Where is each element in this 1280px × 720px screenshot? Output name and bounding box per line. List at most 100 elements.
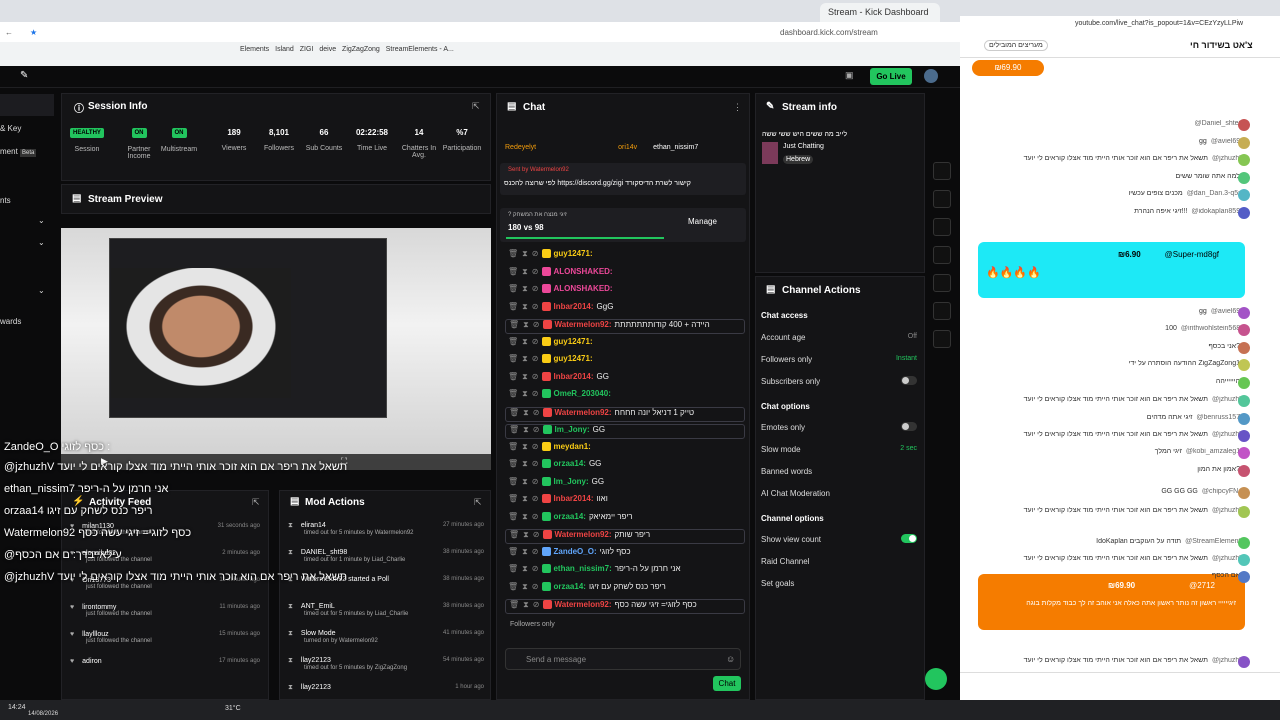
timeout-icon[interactable]: ⧗	[522, 564, 528, 573]
yt-chat-message[interactable]: gg @aviel692	[974, 308, 1244, 320]
sidebar-item-stream-key[interactable]: & Key	[0, 124, 21, 133]
chat-message[interactable]: 🗑 ⧗ ⊘ ALONSHAKED:	[505, 267, 745, 282]
pinned-user[interactable]: Redeyelyt	[505, 144, 536, 151]
yt-avatar[interactable]	[1238, 324, 1250, 336]
yt-chat-message[interactable]: GG GG GG @chipcyFN.1	[974, 488, 1244, 500]
yt-chat-message[interactable]: זיגי אתה מדהים @benruss1573	[974, 414, 1244, 426]
popout-input-row[interactable]	[960, 672, 1280, 700]
chat-message[interactable]: 🗑 ⧗ ⊘ guy12471:	[505, 337, 745, 352]
timeout-icon[interactable]: ⧗	[522, 459, 528, 468]
yt-author[interactable]: @idokaplan8596	[1191, 208, 1244, 215]
expand-icon[interactable]: ⇱	[252, 497, 260, 508]
ban-icon[interactable]: ⊘	[532, 354, 539, 363]
chat-username[interactable]: guy12471:	[553, 337, 592, 346]
yt-avatar[interactable]	[1238, 359, 1250, 371]
chat-message[interactable]: 🗑 ⧗ ⊘ orzaa14: ריפר כנס לשחק עם זיגו	[505, 582, 745, 597]
chat-message[interactable]: 🗑 ⧗ ⊘ guy12471:	[505, 249, 745, 264]
ban-icon[interactable]: ⊘	[532, 337, 539, 346]
show-view-count-toggle[interactable]	[901, 534, 917, 543]
chat-message[interactable]: 🗑 ⧗ ⊘ Inbar2014: GG	[505, 372, 745, 387]
ban-icon[interactable]: ⊘	[532, 564, 539, 573]
pin-icon[interactable]: ✎	[20, 70, 28, 81]
chat-username[interactable]: OmeR_203040:	[553, 389, 610, 398]
yt-chat-message[interactable]: אמון את המון?	[974, 466, 1244, 478]
chat-username[interactable]: ZandeO_O:	[553, 547, 596, 556]
chevron-down-icon[interactable]: ⌄	[38, 286, 45, 295]
chat-message[interactable]: 🗑 ⧗ ⊘ guy12471:	[505, 354, 745, 369]
ai-moderation-row[interactable]: AI Chat Moderation	[761, 489, 917, 498]
chat-message[interactable]: 🗑 ⧗ ⊘ OmeR_203040:	[505, 389, 745, 404]
rail-button[interactable]	[933, 218, 951, 236]
show-view-count-row[interactable]: Show view count	[761, 534, 917, 544]
chat-message[interactable]: 🗑 ⧗ ⊘ Im_Jony: GG	[505, 424, 745, 439]
timeout-icon[interactable]: ⧗	[522, 512, 528, 521]
mod-action-title[interactable]: DANIEL_sht98	[301, 549, 347, 556]
ban-icon[interactable]: ⊘	[532, 372, 539, 381]
ban-icon[interactable]: ⊘	[532, 267, 539, 276]
chat-input[interactable]: Send a message ☺	[505, 648, 741, 670]
tab-kick-dashboard[interactable]: Stream - Kick Dashboard	[820, 3, 940, 22]
camera-icon[interactable]: ▣	[845, 70, 854, 81]
chat-username[interactable]: guy12471:	[553, 249, 592, 258]
more-icon[interactable]: ⋮	[733, 102, 742, 113]
delete-icon[interactable]: 🗑	[508, 354, 518, 363]
bookmark[interactable]: ZIGI	[300, 46, 314, 53]
timeout-icon[interactable]: ⧗	[522, 389, 528, 398]
delete-icon[interactable]: 🗑	[508, 477, 518, 486]
chat-username[interactable]: orzaa14:	[553, 582, 585, 591]
timeout-icon[interactable]: ⧗	[522, 547, 528, 556]
rail-button[interactable]	[933, 330, 951, 348]
ban-icon[interactable]: ⊘	[532, 547, 539, 556]
chat-message[interactable]: 🗑 ⧗ ⊘ Watermelon92: ריפר שותק	[505, 529, 745, 544]
timeout-icon[interactable]: ⧗	[522, 442, 528, 451]
timeout-icon[interactable]: ⧗	[522, 372, 528, 381]
yt-avatar[interactable]	[1238, 537, 1250, 549]
yt-chat-message[interactable]: ההודעה הוסתרה על ידי ZigZagZong1	[974, 360, 1244, 372]
yt-author[interactable]: @kobi_amzaleg10	[1186, 448, 1244, 455]
send-chat-button[interactable]: Chat	[713, 676, 741, 691]
ban-icon[interactable]: ⊘	[532, 389, 539, 398]
yt-chat-message[interactable]: מכנים צופים עכשיו @dan_Dan.3-q5m	[974, 190, 1244, 202]
timeout-icon[interactable]: ⧗	[522, 354, 528, 363]
timeout-icon[interactable]: ⧗	[523, 425, 529, 434]
url-text[interactable]: dashboard.kick.com/stream	[780, 28, 878, 37]
slow-mode-row[interactable]: Slow mode 2 sec	[761, 445, 917, 454]
yt-avatar[interactable]	[1238, 119, 1250, 131]
manage-poll-button[interactable]: Manage	[688, 217, 717, 226]
chat-username[interactable]: Inbar2014:	[553, 302, 593, 311]
yt-avatar[interactable]	[1238, 487, 1250, 499]
account-age-row[interactable]: Account age Off	[761, 333, 917, 342]
yt-author[interactable]: @benruss1573	[1196, 414, 1244, 421]
chat-username[interactable]: Watermelon92:	[554, 600, 611, 609]
timeout-icon[interactable]: ⧗	[523, 530, 529, 539]
yt-chat-message[interactable]: אני בכסף?	[974, 343, 1244, 355]
yt-avatar[interactable]	[1238, 571, 1250, 583]
yt-avatar[interactable]	[1238, 447, 1250, 459]
timeout-icon[interactable]: ⧗	[522, 284, 528, 293]
chat-message[interactable]: 🗑 ⧗ ⊘ Watermelon92: טייק 1 דניאל יונה חחחח	[505, 406, 745, 422]
chat-username[interactable]: orzaa14:	[553, 459, 585, 468]
rail-button[interactable]	[933, 162, 951, 180]
chat-username[interactable]: ethan_nissim7:	[553, 564, 611, 573]
delete-icon[interactable]: 🗑	[508, 547, 518, 556]
avatar[interactable]	[924, 69, 938, 83]
pinned-user[interactable]: ethan_nissim7	[653, 144, 698, 151]
chat-username[interactable]: Inbar2014:	[553, 372, 593, 381]
delete-icon[interactable]: 🗑	[508, 582, 518, 591]
yt-author[interactable]: @StreamElements	[1185, 538, 1244, 545]
rail-button[interactable]	[933, 190, 951, 208]
yt-avatar[interactable]	[1238, 465, 1250, 477]
yt-avatar[interactable]	[1238, 430, 1250, 442]
delete-icon[interactable]: 🗑	[508, 302, 518, 311]
chat-username[interactable]: guy12471:	[553, 354, 592, 363]
yt-author[interactable]: @Daniel_shtein	[1194, 120, 1244, 127]
chat-message[interactable]: 🗑 ⧗ ⊘ Watermelon92: היידה + 400 קודותתתתתתת	[505, 319, 745, 334]
ban-icon[interactable]: ⊘	[532, 459, 539, 468]
yt-chat-message[interactable]: @Daniel_shtein	[974, 120, 1244, 132]
mod-action-title[interactable]: llay22123	[301, 684, 331, 691]
delete-icon[interactable]: 🗑	[509, 600, 519, 609]
timeout-icon[interactable]: ⧗	[522, 582, 528, 591]
sidebar-item-events[interactable]: nts	[0, 196, 11, 205]
yt-avatar[interactable]	[1238, 413, 1250, 425]
expand-icon[interactable]: ⇱	[472, 101, 480, 112]
